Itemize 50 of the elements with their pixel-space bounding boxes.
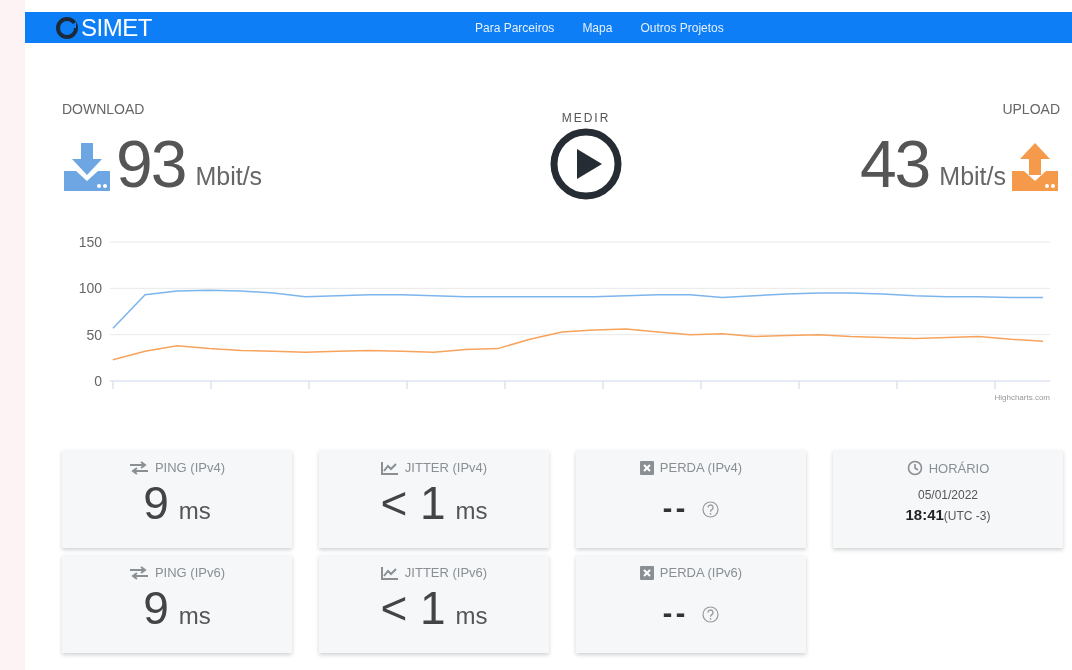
nav-link[interactable]: Mapa — [582, 20, 613, 35]
close-icon — [639, 565, 654, 580]
arrows-icon — [128, 460, 149, 475]
chart-credit[interactable]: Highcharts.com — [994, 393, 1050, 402]
speed-unit: Mbit/s — [939, 162, 1006, 191]
metric-unit: ms — [455, 497, 488, 525]
time-text: 18:41 — [905, 506, 944, 523]
measure-label: MEDIR — [561, 111, 611, 125]
play-button[interactable] — [549, 127, 623, 201]
download-icon — [62, 141, 112, 193]
card-title: JITTER (IPv4) — [404, 460, 488, 475]
speed-unit: Mbit/s — [195, 162, 263, 191]
download-label: DOWNLOAD — [62, 101, 146, 117]
axis-label: 100 — [78, 280, 102, 297]
nav-link[interactable]: Para Parceiros — [475, 20, 555, 35]
metric-unit: ms — [455, 602, 488, 630]
line-chart-icon — [380, 565, 399, 580]
logo-icon — [55, 15, 79, 40]
timezone-text: (UTC -3) — [943, 509, 991, 523]
speed-value: 93 — [116, 131, 186, 197]
metric-value: -- — [662, 600, 689, 628]
card-title: PERDA (IPv6) — [659, 565, 743, 580]
card-title: HORÁRIO — [928, 460, 990, 476]
speed-value: 43 — [859, 131, 930, 197]
date-text: 05/01/2022 — [917, 488, 979, 502]
arrows-icon — [128, 565, 149, 580]
metric-value: < 1 — [380, 477, 446, 529]
axis-label: 150 — [78, 234, 102, 250]
card-title: PERDA (IPv4) — [659, 460, 743, 475]
metric-value: 9 — [143, 477, 169, 529]
metric-value: < 1 — [380, 582, 446, 634]
metric-unit: ms — [178, 497, 211, 525]
close-icon — [639, 460, 654, 475]
metric-value: 9 — [143, 582, 169, 634]
metric-value: -- — [662, 495, 689, 523]
axis-label: 50 — [86, 326, 102, 343]
play-icon — [549, 127, 623, 201]
card-title: PING (IPv6) — [154, 565, 226, 580]
logo-text: SIMET — [81, 13, 152, 42]
clock-icon — [906, 460, 923, 476]
line-chart-icon — [380, 460, 399, 475]
upload-icon — [1010, 141, 1060, 193]
metric-unit: ms — [178, 602, 211, 630]
card-title: PING (IPv4) — [154, 460, 226, 475]
help-icon — [702, 500, 720, 518]
help-icon — [702, 605, 720, 623]
upload-label: UPLOAD — [1002, 101, 1060, 117]
card-title: JITTER (IPv6) — [404, 565, 488, 580]
nav-link[interactable]: Outros Projetos — [640, 20, 724, 35]
axis-label: 0 — [94, 373, 102, 389]
